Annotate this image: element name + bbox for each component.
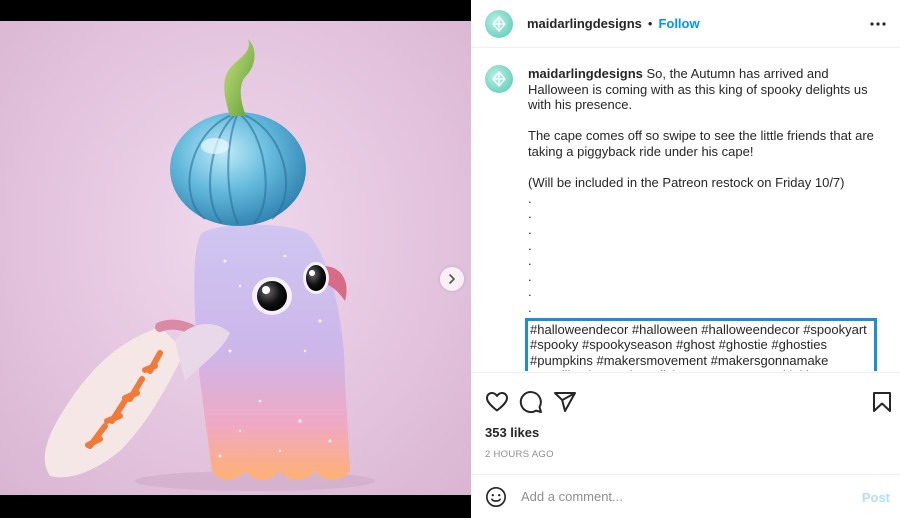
caption-area: maidarlingdesigns So, the Autumn has arr…	[471, 49, 900, 371]
caption-dot: .	[528, 206, 532, 222]
action-bar	[471, 372, 900, 422]
caption-dot: .	[528, 299, 532, 315]
comment-input[interactable]	[521, 489, 841, 504]
caption-dot: .	[528, 237, 532, 253]
more-options-icon	[870, 22, 886, 26]
emoji-icon[interactable]	[485, 486, 507, 508]
header-username[interactable]: maidarlingdesigns	[527, 16, 642, 31]
caption-dot: .	[528, 221, 532, 237]
caption-dot: .	[528, 253, 532, 269]
media-area	[0, 0, 471, 518]
heart-icon	[486, 392, 508, 412]
share-icon	[554, 392, 576, 412]
caption-username[interactable]: maidarlingdesigns	[528, 66, 643, 81]
separator-dot: •	[647, 16, 653, 31]
follow-button[interactable]: Follow	[658, 16, 699, 31]
ghost-figurine-illustration	[44, 39, 375, 491]
hashtags-highlight: #halloweendecor #halloween #halloweendec…	[525, 317, 877, 371]
like-button[interactable]	[485, 390, 509, 414]
caption-avatar[interactable]	[485, 65, 513, 93]
caption-dot: .	[528, 284, 532, 300]
save-button[interactable]	[870, 390, 894, 414]
post-header: maidarlingdesigns • Follow	[471, 0, 900, 48]
comment-bar: Post	[471, 474, 900, 518]
more-options-button[interactable]	[868, 14, 888, 34]
caption-line-2: The cape comes off so swipe to see the l…	[528, 128, 874, 159]
comment-icon	[519, 391, 542, 414]
post-image[interactable]	[0, 21, 471, 495]
caption-text: maidarlingdesigns So, the Autumn has arr…	[525, 66, 888, 371]
post-timestamp[interactable]: 2 HOURS AGO	[485, 449, 554, 460]
chevron-right-icon	[449, 274, 455, 284]
caption-line-3: (Will be included in the Patreon restock…	[528, 175, 845, 191]
logo-icon	[492, 15, 506, 32]
comment-button[interactable]	[519, 390, 543, 414]
next-image-button[interactable]	[440, 267, 464, 291]
bookmark-icon	[873, 392, 891, 412]
caption-dot: .	[528, 190, 532, 206]
post-comment-button[interactable]: Post	[862, 490, 890, 505]
likes-count[interactable]: 353 likes	[485, 425, 539, 440]
logo-icon	[492, 71, 506, 87]
caption-dot: .	[528, 268, 532, 284]
avatar[interactable]	[485, 9, 513, 38]
share-button[interactable]	[553, 390, 577, 414]
post-panel: maidarlingdesigns • Follow maidarlingdes…	[471, 0, 900, 518]
